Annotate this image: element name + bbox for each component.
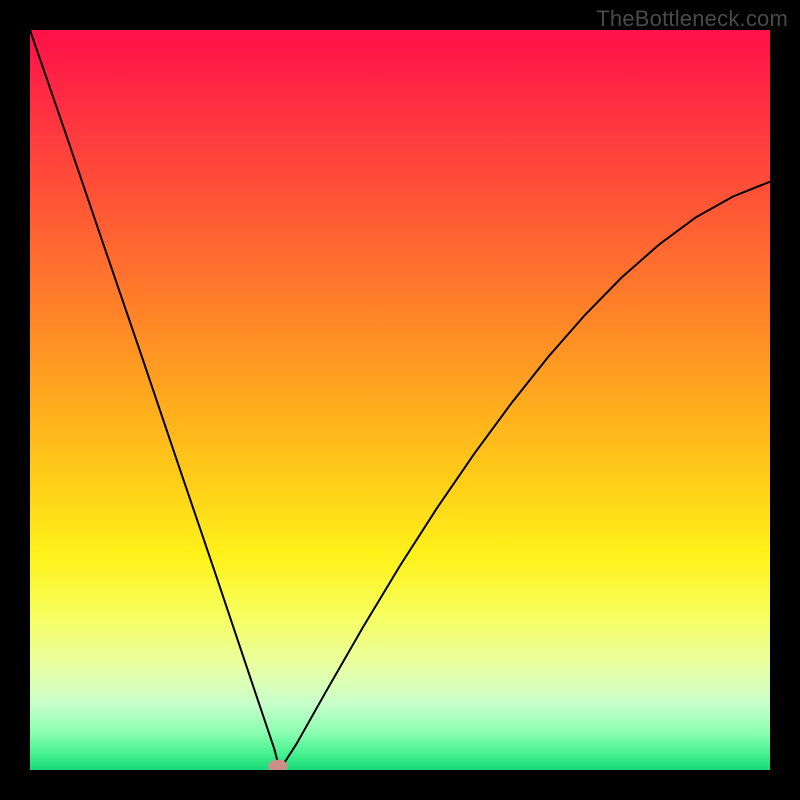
watermark-text: TheBottleneck.com: [596, 6, 788, 32]
plot-svg: [30, 30, 770, 770]
chart-frame: TheBottleneck.com: [0, 0, 800, 800]
plot-area: [30, 30, 770, 770]
gradient-background: [30, 30, 770, 770]
